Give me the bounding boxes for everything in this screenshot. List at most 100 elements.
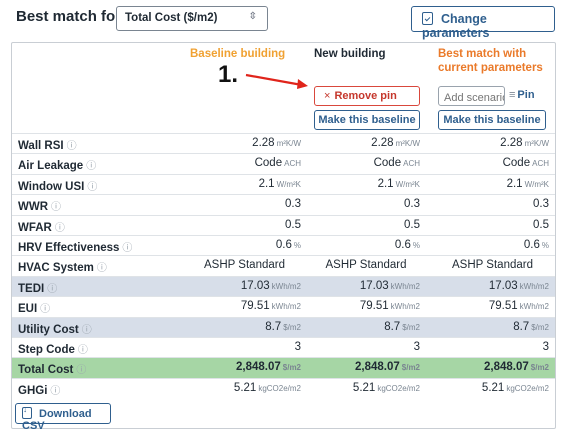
info-icon[interactable]: ⓘ <box>87 182 97 193</box>
row-label-text: Window USI <box>18 180 85 193</box>
cell-unit: m²K/W <box>276 139 301 148</box>
cell-number: 8.7 <box>513 320 530 333</box>
cell-value: 0.3 <box>436 198 549 210</box>
cell-unit: kWh/m2 <box>390 281 420 291</box>
cell-unit: kWh/m2 <box>519 281 549 291</box>
row-label: EUI ⓘ <box>18 300 50 315</box>
row-label: Wall RSI ⓘ <box>18 137 77 152</box>
info-icon[interactable]: ⓘ <box>82 325 92 336</box>
cell-number: 0.5 <box>404 218 420 231</box>
cell-number: 17.03 <box>359 279 389 292</box>
make-baseline-button-best[interactable]: Make this baseline <box>438 110 546 130</box>
cell-unit: % <box>293 240 301 250</box>
cell-value: 17.03 kWh/m2 <box>436 280 549 292</box>
cell-value: 0.3 <box>312 198 420 210</box>
row-label-text: GHGi <box>18 384 48 397</box>
cell-unit: $/m2 <box>531 322 549 332</box>
cell-unit: ACH <box>403 159 420 169</box>
cell-unit: $/m2 <box>530 363 549 373</box>
cell-value: 5.21 kgCO2e/m2 <box>436 382 549 394</box>
info-icon[interactable]: ⓘ <box>86 161 96 172</box>
info-icon[interactable]: ⓘ <box>47 284 57 295</box>
cell-unit: kWh/m2 <box>271 302 301 312</box>
table-row: GHGi ⓘ 5.21 kgCO2e/m2 5.21 kgCO2e/m2 5.21 kgCO2… <box>12 377 555 398</box>
cell-unit: $/m2 <box>282 363 301 373</box>
cell-unit: ACH <box>284 159 301 169</box>
cell-value: 2.28 m²K/W <box>188 137 301 149</box>
cell-unit: kWh/m2 <box>519 302 549 312</box>
info-icon[interactable]: ⓘ <box>67 141 77 152</box>
row-label-text: Step Code <box>18 343 75 356</box>
metric-select[interactable]: Total Cost ($/m2) ⇳ <box>116 6 268 31</box>
cell-value: ASHP Standard <box>436 259 549 271</box>
table-row: Wall RSI ⓘ 2.28 m²K/W 2.28 m²K/W 2.28 m²K/W <box>12 133 555 153</box>
info-icon[interactable]: ⓘ <box>50 386 60 397</box>
cell-number: 17.03 <box>240 279 270 292</box>
cell-number: 0.5 <box>285 218 301 231</box>
cell-number: 8.7 <box>265 320 282 333</box>
change-parameters-button[interactable]: Change parameters <box>411 6 555 40</box>
cell-number: 2,848.07 <box>355 361 400 374</box>
column-header-baseline: Baseline building <box>190 48 286 60</box>
cell-value: 79.51 kWh/m2 <box>312 300 420 312</box>
cell-value: 17.03 kWh/m2 <box>188 280 301 292</box>
remove-pin-button[interactable]: × Remove pin <box>314 86 420 106</box>
row-label-text: WFAR <box>18 221 52 234</box>
row-label: Window USI ⓘ <box>18 178 97 193</box>
cell-unit: W/m²K <box>524 179 549 189</box>
cell-number: 5.21 <box>233 381 257 394</box>
download-csv-button[interactable]: Download CSV <box>15 403 111 432</box>
cell-number: ASHP Standard <box>452 259 533 272</box>
cell-value: 17.03 kWh/m2 <box>312 280 420 292</box>
close-icon: × <box>324 90 331 102</box>
table-row: Utility Cost ⓘ 8.7 $/m2 8.7 $/m2 8.7 $/m2 <box>12 316 555 337</box>
cell-unit: m²K/W <box>395 139 420 148</box>
cell-value: 0.6% <box>188 239 301 251</box>
info-icon[interactable]: ⓘ <box>55 223 65 234</box>
pin-label: Pin <box>517 89 535 101</box>
info-icon[interactable]: ⓘ <box>51 202 61 213</box>
cell-unit: W/m²K <box>395 179 420 189</box>
info-icon[interactable]: ⓘ <box>97 263 107 274</box>
cell-unit: kgCO2e/m2 <box>506 383 549 393</box>
cell-value: 0.5 <box>312 219 420 231</box>
row-label-text: HRV Effectiveness <box>18 241 120 254</box>
comparison-table: Wall RSI ⓘ 2.28 m²K/W 2.28 m²K/W 2.28 m²K/W Air … <box>12 133 555 398</box>
arrow-annotation <box>245 73 308 89</box>
cell-value: 0.5 <box>188 219 301 231</box>
cell-number: 3 <box>542 340 549 353</box>
cell-number: 2,848.07 <box>484 361 529 374</box>
cell-value: 3 <box>188 341 301 353</box>
chevron-updown-icon: ⇳ <box>248 11 257 22</box>
cell-number: 5.21 <box>481 381 505 394</box>
info-icon[interactable]: ⓘ <box>76 365 86 376</box>
cell-unit: W/m²K <box>276 179 301 189</box>
info-icon[interactable]: ⓘ <box>122 243 132 254</box>
cell-value: 79.51 kWh/m2 <box>188 300 301 312</box>
cell-number: Code <box>373 157 402 170</box>
row-label: Utility Cost ⓘ <box>18 321 92 336</box>
table-row: Window USI ⓘ 2.1 W/m²K 2.1 W/m²K 2.1 W/m²K <box>12 173 555 194</box>
cell-value: 8.7 $/m2 <box>188 321 301 333</box>
cell-number: 17.03 <box>488 279 518 292</box>
info-icon[interactable]: ⓘ <box>78 345 88 356</box>
cell-value: 3 <box>436 341 549 353</box>
cell-number: ASHP Standard <box>325 259 407 272</box>
cell-value: 2.1 W/m²K <box>188 178 301 190</box>
make-baseline-button-new[interactable]: Make this baseline <box>314 110 420 130</box>
cell-value: 5.21 kgCO2e/m2 <box>188 382 301 394</box>
table-row: Total Cost ⓘ 2,848.07 $/m2 2,848.07 $/m2 2,848… <box>12 357 555 378</box>
row-label: HRV Effectiveness ⓘ <box>18 239 132 254</box>
top-bar: Best match for Total Cost ($/m2) ⇳ Chang… <box>0 0 564 42</box>
cell-unit: $/m2 <box>402 322 420 332</box>
cell-number: 2.1 <box>506 177 523 190</box>
cell-value: 8.7 $/m2 <box>312 321 420 333</box>
info-icon[interactable]: ⓘ <box>40 304 50 315</box>
cell-number: 2.28 <box>500 137 523 149</box>
pin-button[interactable]: ≡ Pin <box>509 86 547 106</box>
cell-number: 2.1 <box>258 177 275 190</box>
pin-icon: ≡ <box>509 89 516 101</box>
cell-value: 2.28 m²K/W <box>312 137 420 149</box>
scenario-name-input[interactable] <box>438 86 505 106</box>
cell-number: 79.51 <box>488 300 518 313</box>
